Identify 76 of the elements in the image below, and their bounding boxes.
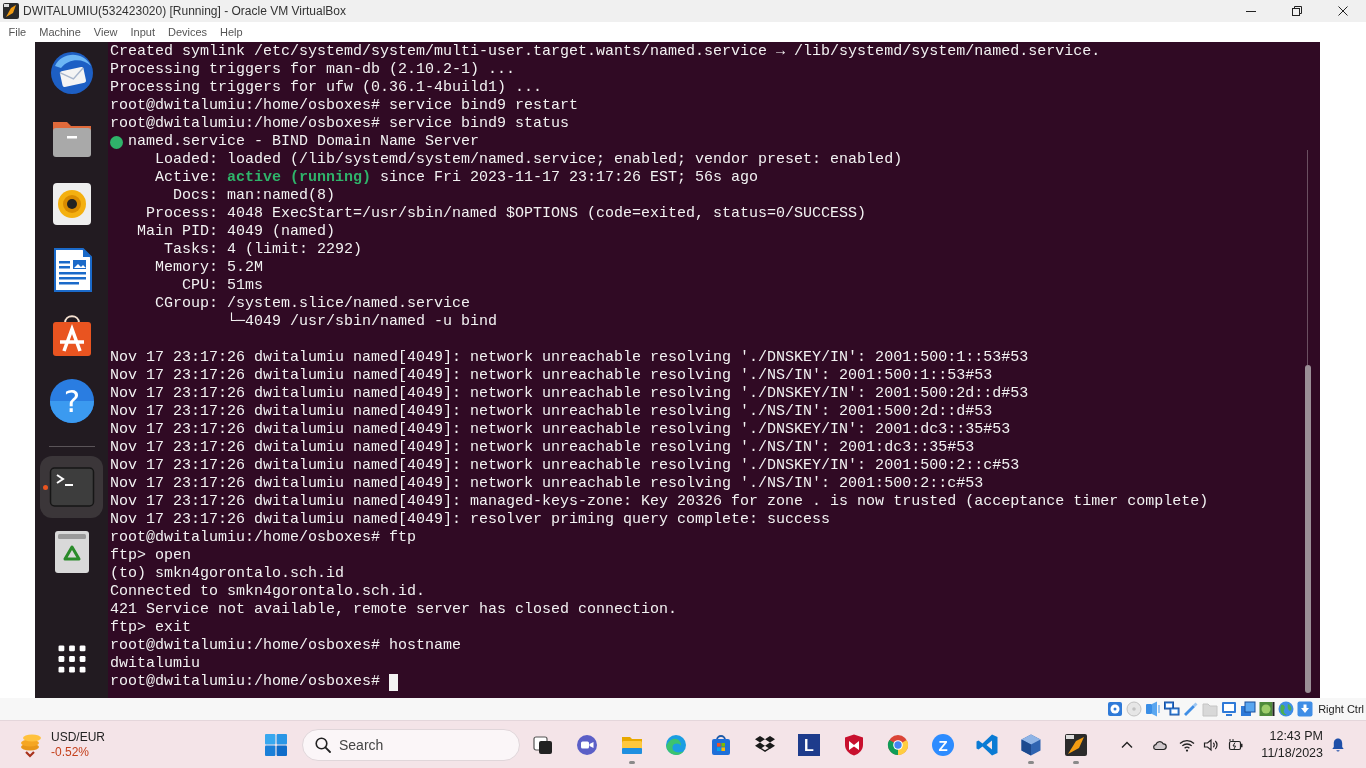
overlapping-windows-icon[interactable] (1240, 701, 1257, 717)
menu-item[interactable]: Machine (32, 22, 88, 42)
bell-icon (1330, 736, 1346, 753)
terminal-line: Processing triggers for ufw (0.36.1-4build1) ... (110, 79, 544, 97)
terminal-line: └─4049 /usr/sbin/named -u bind (226, 313, 499, 331)
terminal-line: Nov 17 23:17:26 dwitalumiu named[4049]: network unreachable resolving './DNSKEY/IN': 2001:500:1::53#53 (110, 349, 1030, 367)
terminal-line: root@dwitalumiu:/home/osboxes# hostname (110, 637, 463, 655)
terminal-line: Process: 4048 ExecStart=/usr/sbin/named $OPTIONS (code=exited, status=0/SUCCESS) (145, 205, 868, 223)
help-icon: ? (48, 377, 95, 424)
terminal-line: (to) smkn4gorontalo.sch.id (110, 565, 346, 583)
terminal-line: root@dwitalumiu:/home/osboxes# (110, 673, 381, 691)
battery-icon (1228, 736, 1244, 753)
restore-icon (1292, 6, 1302, 16)
video-camera-icon (575, 732, 600, 757)
terminal-line: 421 Service not available, remote server has closed connection. (110, 601, 679, 619)
terminal-line: Nov 17 23:17:26 dwitalumiu named[4049]: network unreachable resolving './DNSKEY/IN': 2001:dc3::35#53 (110, 421, 1012, 439)
scrollbar-thumb[interactable] (1305, 365, 1311, 693)
clock-date[interactable]: 11/18/2023 (1261, 744, 1323, 762)
cube-icon (1019, 732, 1044, 757)
terminal-line: root@dwitalumiu:/home/osboxes# service bind9 restart (110, 97, 580, 115)
terminal-line: Nov 17 23:17:26 dwitalumiu named[4049]: network unreachable resolving './NS/IN': 2001:dc3::35#53 (110, 439, 976, 457)
terminal-line: Main PID: 4049 (named) (136, 223, 337, 241)
terminal-line: Nov 17 23:17:26 dwitalumiu named[4049]: network unreachable resolving './NS/IN': 2001:500:2::c#53 (110, 475, 985, 493)
monitor-icon[interactable] (1221, 701, 1238, 717)
menu-item[interactable]: Input (123, 22, 162, 42)
terminal-line: named.service - BIND Domain Name Server (128, 133, 480, 151)
four-squares-icon (265, 733, 287, 756)
terminal-line: Loaded: loaded (/lib/systemd/system/named.service; enabled; vendor preset: enabled) (154, 151, 904, 169)
menu-item[interactable]: View (87, 22, 124, 42)
feather-tile-icon (3, 3, 19, 19)
feather-tile-icon (1063, 732, 1088, 757)
terminal-line: Nov 17 23:17:26 dwitalumiu named[4049]: network unreachable resolving './DNSKEY/IN': 2001:500:2::c#53 (110, 457, 1021, 475)
letter-circle-icon: Z (930, 732, 955, 757)
minimize-icon (1246, 10, 1256, 12)
window-title: DWITALUMIU(532423020) [Running] - Oracle VM VirtualBox (23, 3, 346, 20)
terminal-line: Tasks: 4 (limit: 2292) (163, 241, 364, 259)
two-monitors-icon[interactable] (1164, 701, 1181, 717)
widget-change: -0.52% (51, 744, 91, 760)
terminal-line: Memory: 5.2M (154, 259, 265, 277)
ribbon-icon (974, 732, 999, 757)
menu-item[interactable]: Help (213, 22, 250, 42)
terminal-line: CGroup: /system.slice/named.service (154, 295, 472, 312)
terminal-line: ftp> exit (110, 619, 192, 637)
terminal-line: ftp> open (110, 547, 192, 565)
clock-time[interactable]: 12:43 PM (1269, 727, 1323, 745)
grid-icon (57, 645, 86, 673)
close-icon (1338, 6, 1348, 16)
status-dot-icon (110, 135, 123, 149)
terminal-line: Connected to smkn4gorontalo.sch.id. (110, 583, 427, 601)
circle-tile-icon[interactable] (1259, 701, 1276, 717)
terminal-line: Nov 17 23:17:26 dwitalumiu named[4049]: network unreachable resolving './NS/IN': 2001:500:1::53#53 (110, 367, 994, 385)
search-field[interactable]: Search (302, 728, 520, 761)
menu-item[interactable]: File (2, 22, 33, 42)
widget-title: USD/EUR (51, 729, 105, 745)
terminal-line: Nov 17 23:17:26 dwitalumiu named[4049]: managed-keys-zone: Key 20326 for zone . is now trusted (acceptance timer complete) (110, 493, 1210, 511)
search-icon (315, 736, 331, 753)
terminal-line: Active: active (running) since Fri 2023-11-17 23:17:26 EST; 56s ago (154, 169, 760, 187)
taskbar-app[interactable]: L (789, 724, 830, 765)
dock-item[interactable]: ? (40, 369, 103, 432)
letter-tile-icon: L (797, 732, 822, 757)
swirl-icon (664, 732, 689, 757)
tricolor-circle-icon (886, 732, 911, 757)
terminal-line: Nov 17 23:17:26 dwitalumiu named[4049]: network unreachable resolving './DNSKEY/IN': 2001:500:2d::d#53 (110, 385, 1030, 403)
terminal-line: dwitalumiu (110, 655, 201, 673)
host-key-label: Right Ctrl (1318, 701, 1364, 717)
terminal-line: root@dwitalumiu:/home/osboxes# ftp (110, 529, 418, 547)
terminal-line: CPU: 51ms (181, 277, 265, 295)
mail-icon (48, 50, 95, 96)
terminal-line: Created symlink /etc/systemd/system/multi-user.target.wants/named.service → /lib/systemd/system/named.service. (110, 43, 1102, 61)
terminal-line: Processing triggers for man-db (2.10.2-1) ... (110, 61, 517, 79)
terminal-line: Nov 17 23:17:26 dwitalumiu named[4049]: resolver priming query complete: success (110, 511, 832, 529)
terminal-line: Docs: man:named(8) (172, 187, 337, 205)
menu-item[interactable]: Devices (161, 22, 214, 42)
speaker-icon (1203, 736, 1219, 753)
terminal-line: root@dwitalumiu:/home/osboxes# service bind9 status (110, 115, 571, 133)
terminal-line: Nov 17 23:17:26 dwitalumiu named[4049]: network unreachable resolving './NS/IN': 2001:500:2d::d#53 (110, 403, 994, 421)
